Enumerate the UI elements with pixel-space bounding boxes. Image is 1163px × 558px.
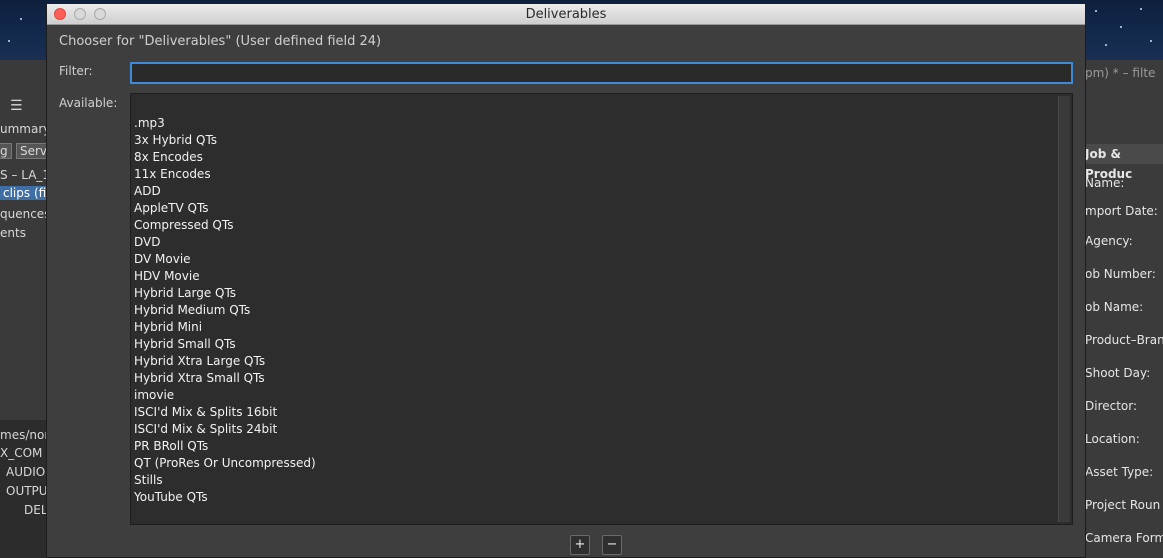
list-item[interactable]: Hybrid Mini xyxy=(134,319,316,336)
deliverables-dialog: Deliverables Chooser for "Deliverables" … xyxy=(46,3,1086,558)
list-item[interactable]: .mp3 xyxy=(134,115,316,132)
window-title: Deliverables xyxy=(525,7,607,22)
list-item[interactable]: YouTube QTs xyxy=(134,489,316,506)
list-item[interactable]: HDV Movie xyxy=(134,268,316,285)
tree-item-audio[interactable]: AUDIO xyxy=(6,465,45,479)
tree-item-output[interactable]: OUTPU xyxy=(6,484,46,498)
selected-tree-item[interactable]: clips (fi xyxy=(0,186,46,200)
list-item[interactable]: 3x Hybrid QTs xyxy=(134,132,316,149)
tree-item-sequences[interactable]: quences xyxy=(0,207,46,221)
list-item[interactable]: ADD xyxy=(134,183,316,200)
list-item[interactable]: AppleTV QTs xyxy=(134,200,316,217)
available-list[interactable]: .mp3 3x Hybrid QTs 8x Encodes 11x Encodes AD… xyxy=(130,93,1073,525)
field-label: Camera Form xyxy=(1085,531,1163,545)
tree-item-events[interactable]: ents xyxy=(0,226,26,240)
list-item[interactable]: Hybrid Xtra Small QTs xyxy=(134,370,316,387)
list-item[interactable]: imovie xyxy=(134,387,316,404)
title-bar[interactable]: Deliverables xyxy=(47,4,1085,25)
tree-item[interactable]: X_COM xyxy=(0,446,42,460)
section-header: Job & Produc xyxy=(1085,144,1163,181)
tab-left-1[interactable]: g xyxy=(0,143,12,159)
tab-left-2[interactable]: Serv xyxy=(16,143,46,159)
list-item[interactable]: QT (ProRes Or Uncompressed) xyxy=(134,455,316,472)
remove-button[interactable]: − xyxy=(602,535,622,555)
filter-label: Filter: xyxy=(59,64,93,78)
background-window-left: ☰ ummary g Serv S – LA_1 clips (fi quenc… xyxy=(0,60,46,558)
tree-item-del[interactable]: DEL xyxy=(24,503,46,517)
list-item[interactable]: Stills xyxy=(134,472,316,489)
field-label: Shoot Day: xyxy=(1085,366,1151,380)
path-label: S – LA_1 xyxy=(0,168,46,182)
list-item[interactable]: Hybrid Medium QTs xyxy=(134,302,316,319)
background-window-title: pm) * – filte xyxy=(1085,66,1156,80)
field-label: Project Roun xyxy=(1085,498,1161,512)
list-item[interactable]: Hybrid Small QTs xyxy=(134,336,316,353)
background-lower-panel: mes/non X_COM AUDIO OUTPU DEL xyxy=(0,420,46,558)
field-label: Agency: xyxy=(1085,234,1133,248)
available-items: .mp3 3x Hybrid QTs 8x Encodes 11x Encodes AD… xyxy=(134,115,316,506)
field-label: Product–Bran xyxy=(1085,333,1163,347)
list-item[interactable]: Hybrid Large QTs xyxy=(134,285,316,302)
field-label: ob Name: xyxy=(1085,300,1144,314)
list-item[interactable]: Compressed QTs xyxy=(134,217,316,234)
list-item[interactable]: Hybrid Xtra Large QTs xyxy=(134,353,316,370)
list-item[interactable]: 11x Encodes xyxy=(134,166,316,183)
add-button[interactable]: + xyxy=(570,535,590,555)
filter-input[interactable] xyxy=(130,62,1073,84)
field-label: ob Number: xyxy=(1085,267,1156,281)
list-item[interactable]: 8x Encodes xyxy=(134,149,316,166)
list-item[interactable]: PR BRoll QTs xyxy=(134,438,316,455)
summary-label: ummary xyxy=(0,122,46,136)
tree-path: mes/non xyxy=(0,428,46,442)
field-label: Location: xyxy=(1085,432,1140,446)
chooser-title: Chooser for "Deliverables" (User defined… xyxy=(59,34,382,49)
list-item[interactable]: ISCI'd Mix & Splits 16bit xyxy=(134,404,316,421)
field-label: Name: xyxy=(1085,176,1125,190)
list-item[interactable]: DVD xyxy=(134,234,316,251)
field-label: Director: xyxy=(1085,399,1138,413)
list-scrollbar[interactable] xyxy=(1058,96,1070,522)
list-item[interactable]: DV Movie xyxy=(134,251,316,268)
available-label: Available: xyxy=(59,96,118,110)
field-label: Asset Type: xyxy=(1085,465,1154,479)
field-label: mport Date: xyxy=(1085,204,1158,218)
list-icon: ☰ xyxy=(10,98,23,114)
list-item[interactable]: ISCI'd Mix & Splits 24bit xyxy=(134,421,316,438)
background-window-right: pm) * – filte Job & Produc Name: mport D… xyxy=(1085,60,1163,558)
